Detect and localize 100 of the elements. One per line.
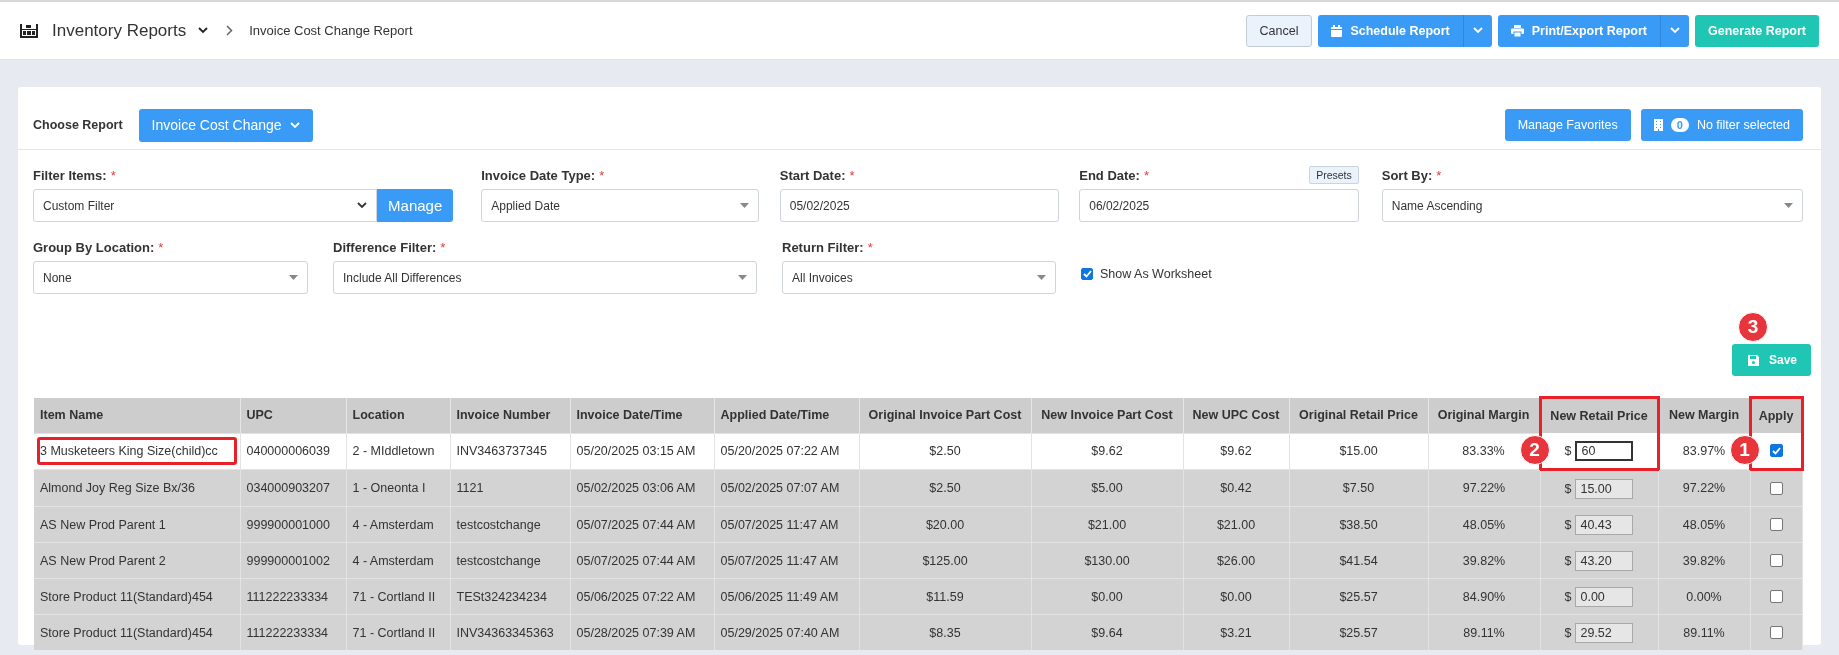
field-label: Invoice Date Type: xyxy=(481,167,596,183)
inventory-icon xyxy=(20,23,38,38)
table-cell: 48.05% xyxy=(1428,506,1540,543)
required-mark: * xyxy=(1143,167,1149,183)
dropdown-arrow-icon xyxy=(739,203,749,208)
apply-checkbox[interactable] xyxy=(1769,590,1783,603)
select-field[interactable]: Custom Filter xyxy=(33,189,378,222)
field-label: Difference Filter: xyxy=(333,239,437,255)
table-cell: $38.50 xyxy=(1289,506,1428,543)
apply-checkbox[interactable] xyxy=(1769,554,1783,567)
currency-symbol: $ xyxy=(1564,481,1572,496)
date-field[interactable]: 06/02/2025 xyxy=(1079,189,1359,222)
dropdown-button[interactable] xyxy=(1462,14,1492,47)
table-cell: 05/07/2025 11:47 AM xyxy=(714,542,859,579)
table-cell: 4 - Amsterdam xyxy=(346,542,450,579)
table-cell: 05/07/2025 07:44 AM xyxy=(570,542,714,579)
table-cell: 1 - Oneonta I xyxy=(346,469,450,507)
column-header: Invoice Number xyxy=(450,397,570,433)
table-cell: $7.50 xyxy=(1289,469,1428,507)
select-field[interactable]: None xyxy=(33,261,308,294)
calendar-icon xyxy=(1331,24,1343,37)
table-cell: 4 - Amsterdam xyxy=(346,506,450,543)
table-cell: testcostchange xyxy=(450,542,570,579)
table-cell: 05/29/2025 07:40 AM xyxy=(714,614,859,650)
cancel-button[interactable]: Cancel xyxy=(1245,14,1313,47)
table-cell: $20.00 xyxy=(859,506,1031,543)
table-cell: $9.62 xyxy=(1031,433,1183,470)
table-cell: $0.42 xyxy=(1183,469,1289,507)
presets-button[interactable]: Presets xyxy=(1309,166,1359,184)
required-mark: * xyxy=(440,239,446,255)
dropdown-button[interactable] xyxy=(1660,14,1690,47)
field-label: Sort By: xyxy=(1381,167,1433,183)
currency-symbol: $ xyxy=(1564,517,1572,532)
table-cell: 84.90% xyxy=(1428,578,1540,615)
currency-symbol: $ xyxy=(1564,443,1572,458)
table-cell: 97.22% xyxy=(1658,469,1750,507)
checkbox[interactable] xyxy=(1081,268,1093,280)
required-mark: * xyxy=(599,167,605,183)
table-cell: 05/20/2025 07:22 AM xyxy=(714,433,859,470)
column-header: Applied Date/Time xyxy=(714,397,859,433)
table-cell: 97.22% xyxy=(1428,469,1540,507)
column-header: Original Margin xyxy=(1428,397,1540,433)
chevron-down-icon xyxy=(357,202,368,209)
field-label: End Date: xyxy=(1079,167,1140,183)
column-header: Original Retail Price xyxy=(1289,397,1428,433)
table-cell: $41.54 xyxy=(1289,542,1428,579)
field-label: Start Date: xyxy=(779,167,846,183)
table-cell: 71 - Cortland II xyxy=(346,614,450,650)
field-label: Return Filter: xyxy=(782,239,864,255)
table-cell: $25.57 xyxy=(1289,614,1428,650)
table-cell-text: AS New Prod Parent 2 xyxy=(39,552,167,570)
breadcrumb-page: Invoice Cost Change Report xyxy=(249,23,413,38)
table-cell: 111222233334 xyxy=(240,614,346,650)
table-cell: $21.00 xyxy=(1183,506,1289,543)
table-cell: $0.00 xyxy=(1031,578,1183,615)
table-cell: $2.50 xyxy=(859,469,1031,507)
select-field[interactable]: Applied Date xyxy=(481,189,759,222)
table-cell: 999900001000 xyxy=(240,506,346,543)
dropdown-arrow-icon xyxy=(289,275,298,280)
table-cell: 05/20/2025 03:15 AM xyxy=(570,433,714,470)
apply-checkbox[interactable] xyxy=(1769,482,1783,495)
table-cell: 05/07/2025 07:44 AM xyxy=(570,506,714,543)
dropdown-arrow-icon xyxy=(738,275,747,280)
date-field[interactable]: 05/02/2025 xyxy=(779,189,1060,222)
select-field[interactable]: All Invoices xyxy=(782,261,1056,294)
column-header: Original Invoice Part Cost xyxy=(859,397,1031,433)
table-cell: TESt324234234 xyxy=(450,578,570,615)
currency-symbol: $ xyxy=(1564,553,1572,568)
table-cell: 89.11% xyxy=(1658,614,1750,650)
column-header: New UPC Cost xyxy=(1183,397,1289,433)
column-header: New Margin xyxy=(1658,397,1750,433)
required-mark: * xyxy=(849,167,855,183)
select-field[interactable]: Name Ascending xyxy=(1381,189,1803,222)
apply-checkbox[interactable] xyxy=(1769,444,1783,457)
table-cell: $130.00 xyxy=(1031,542,1183,579)
table-cell: 89.11% xyxy=(1428,614,1540,650)
select-field[interactable]: Include All Differences xyxy=(333,261,757,294)
apply-checkbox[interactable] xyxy=(1769,626,1783,639)
save-icon xyxy=(1747,354,1759,366)
building-icon xyxy=(1653,119,1663,131)
field-label: Filter Items: xyxy=(33,167,107,183)
table-cell: $25.57 xyxy=(1289,578,1428,615)
callout-badge: 3 xyxy=(1737,312,1768,342)
column-header: New Invoice Part Cost xyxy=(1031,397,1183,433)
table-cell: 05/28/2025 07:39 AM xyxy=(570,614,714,650)
table-cell: $11.59 xyxy=(859,578,1031,615)
required-mark: * xyxy=(1436,167,1442,183)
module-title[interactable]: Inventory Reports xyxy=(52,20,187,41)
column-header: Apply xyxy=(1750,397,1802,433)
table-cell-text: Almond Joy Reg Size Bx/36 xyxy=(39,480,196,497)
currency-symbol: $ xyxy=(1564,625,1572,640)
table-cell: 3 Musketeers King Size(child)cc xyxy=(37,437,237,466)
checkbox-label: Show As Worksheet xyxy=(1100,267,1212,281)
chevron-right-icon xyxy=(226,25,234,36)
column-header: Location xyxy=(346,397,450,433)
required-mark: * xyxy=(867,239,873,255)
apply-checkbox[interactable] xyxy=(1769,518,1783,531)
column-header: Invoice Date/Time xyxy=(570,397,714,433)
price-input[interactable]: 60 xyxy=(1575,440,1634,461)
table-cell-text: Store Product 11(Standard)454 xyxy=(39,624,214,642)
